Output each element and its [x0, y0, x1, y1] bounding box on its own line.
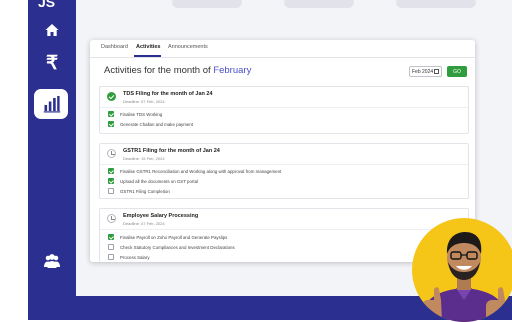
- section-deadline: Deadline: 07 Feb, 2024: [123, 221, 165, 226]
- task-checkbox[interactable]: [108, 234, 114, 240]
- section-deadline: Deadline: 15 Feb, 2024: [123, 156, 165, 161]
- section-title: Employee Salary Processing: [123, 213, 199, 219]
- users-icon: [44, 254, 60, 268]
- task-checkbox[interactable]: [108, 178, 114, 184]
- activity-section: GSTR1 Filing for the month of Jan 24 Dea…: [99, 143, 469, 199]
- top-pill: [396, 0, 476, 8]
- activity-section: TDS Filing for the month of Jan 24 Deadl…: [99, 86, 469, 134]
- tab-bar: Dashboard Activities Announcements: [90, 40, 475, 58]
- tab-activities[interactable]: Activities: [136, 44, 160, 50]
- rupee-icon: ₹: [45, 52, 59, 74]
- sidebar-item-team[interactable]: [28, 250, 76, 272]
- task-label: Generate Challan and make payment: [120, 121, 193, 127]
- calendar-icon: [434, 69, 439, 74]
- task-label: GSTR1 Filing Completion: [120, 188, 170, 194]
- task-item: Finalise Payroll on Zoho Payroll and Gen…: [108, 233, 227, 241]
- presenter-avatar: [412, 218, 512, 322]
- presenter-illustration: [420, 232, 508, 322]
- task-item: Generate Challan and make payment: [108, 120, 193, 128]
- section-header: TDS Filing for the month of Jan 24 Deadl…: [100, 87, 468, 108]
- section-title: GSTR1 Filing for the month of Jan 24: [123, 148, 220, 154]
- completed-check-icon: [107, 92, 116, 101]
- home-icon: [45, 24, 59, 36]
- activities-panel: Dashboard Activities Announcements Activ…: [90, 40, 475, 262]
- top-pill: [284, 0, 354, 8]
- task-checkbox[interactable]: [108, 188, 114, 194]
- section-deadline: Deadline: 07 Feb, 2024: [123, 99, 165, 104]
- task-item: GSTR1 Filing Completion: [108, 187, 170, 195]
- task-label: Check Statutory Compliances and Investme…: [120, 244, 235, 250]
- section-title: TDS Filing for the month of Jan 24: [123, 91, 213, 97]
- app-logo: JS: [38, 0, 56, 10]
- task-label: Process Salary: [120, 254, 150, 260]
- task-label: Finalise GSTR1 Reconciliation and Workin…: [120, 168, 282, 174]
- sidebar-item-reports[interactable]: [28, 92, 76, 116]
- sidebar: JS ₹: [28, 0, 76, 320]
- task-item: Finalise GSTR1 Reconciliation and Workin…: [108, 167, 281, 175]
- page-title-month: February: [213, 65, 252, 76]
- tab-announcements[interactable]: Announcements: [168, 44, 208, 50]
- task-checkbox[interactable]: [108, 121, 114, 127]
- task-item: Check Statutory Compliances and Investme…: [108, 243, 235, 251]
- bar-chart-icon: [43, 96, 61, 113]
- section-header: GSTR1 Filing for the month of Jan 24 Dea…: [100, 144, 468, 165]
- pending-clock-icon: [107, 149, 116, 158]
- task-checkbox[interactable]: [108, 244, 114, 250]
- task-item: Process Salary: [108, 253, 150, 261]
- task-checkbox[interactable]: [108, 254, 114, 260]
- task-label: Finalise Payroll on Zoho Payroll and Gen…: [120, 234, 228, 240]
- task-label: Finalise TDS Working: [120, 111, 163, 117]
- task-item: Finalise TDS Working: [108, 110, 162, 118]
- sidebar-item-finance[interactable]: ₹: [28, 52, 76, 74]
- section-header: Employee Salary Processing Deadline: 07 …: [100, 209, 468, 230]
- task-item: Upload all the documents on GST portal: [108, 177, 198, 185]
- tab-dashboard[interactable]: Dashboard: [101, 44, 128, 50]
- page-title: Activities for the month of February: [104, 65, 251, 76]
- sidebar-item-home[interactable]: [28, 19, 76, 41]
- top-pill: [172, 0, 242, 8]
- task-checkbox[interactable]: [108, 111, 114, 117]
- go-button[interactable]: GO: [447, 66, 467, 77]
- month-picker-value: Feb 2024: [412, 68, 434, 75]
- page-title-prefix: Activities for the month of: [104, 65, 211, 76]
- task-label: Upload all the documents on GST portal: [120, 178, 199, 184]
- task-checkbox[interactable]: [108, 168, 114, 174]
- active-tab-underline: [134, 55, 161, 57]
- pending-clock-icon: [107, 214, 116, 223]
- month-picker[interactable]: Feb 2024: [409, 66, 442, 77]
